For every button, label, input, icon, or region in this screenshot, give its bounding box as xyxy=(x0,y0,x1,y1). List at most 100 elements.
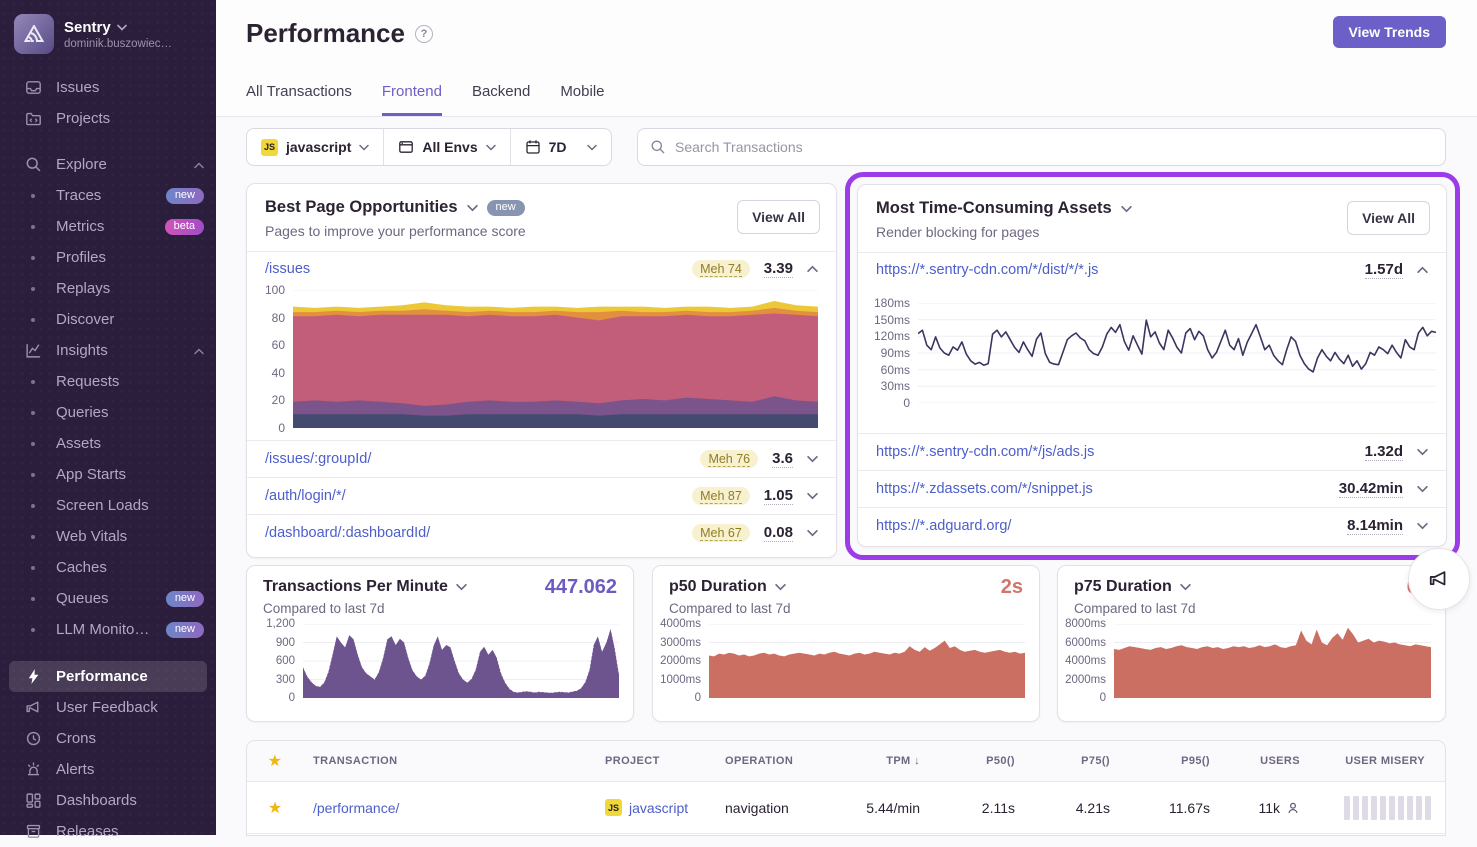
asset-duration-line-chart: 180ms150ms120ms90ms60ms30ms0 xyxy=(866,303,1436,403)
page-link[interactable]: /issues xyxy=(265,261,310,277)
date-range-filter[interactable]: 7D xyxy=(510,129,611,165)
help-icon[interactable]: ? xyxy=(415,25,433,43)
col-p95[interactable]: P95() xyxy=(1120,755,1220,767)
sidebar-item-app-starts[interactable]: App Starts xyxy=(0,459,216,490)
transaction-link[interactable]: /performance/ xyxy=(313,800,399,816)
page-row[interactable]: /issues/:groupId/ Meh 76 3.6 xyxy=(247,440,836,477)
sidebar-item-traces[interactable]: Traces new xyxy=(0,180,216,211)
col-p75[interactable]: P75() xyxy=(1025,755,1120,767)
table-header-row: ★ TRANSACTION PROJECT OPERATION TPM ↓ P5… xyxy=(247,741,1445,782)
chevron-down-icon[interactable] xyxy=(807,529,818,537)
search-input[interactable] xyxy=(675,139,1433,155)
sidebar-item-projects[interactable]: Projects xyxy=(0,103,216,134)
bullet-icon xyxy=(24,528,42,546)
view-trends-button[interactable]: View Trends xyxy=(1333,16,1446,48)
org-switcher[interactable]: Sentry dominik.buszowiec… xyxy=(0,0,216,64)
chevron-down-icon[interactable] xyxy=(807,492,818,500)
y-axis-ticks: 1,2009006003000 xyxy=(251,618,303,704)
sidebar-item-web-vitals[interactable]: Web Vitals xyxy=(0,521,216,552)
asset-link[interactable]: https://*.sentry-cdn.com/*/js/ads.js xyxy=(876,444,1094,460)
page-link[interactable]: /issues/:groupId/ xyxy=(265,451,371,467)
users-count: 11k xyxy=(1258,800,1280,816)
sidebar-item-screen-loads[interactable]: Screen Loads xyxy=(0,490,216,521)
sidebar-item-explore[interactable]: Explore xyxy=(0,149,216,180)
chevron-down-icon[interactable] xyxy=(1417,448,1428,456)
asset-row[interactable]: https://*.sentry-cdn.com/*/js/ads.js 1.3… xyxy=(858,433,1446,470)
tab-mobile[interactable]: Mobile xyxy=(560,83,604,116)
siren-icon xyxy=(24,761,42,779)
bullet-icon xyxy=(24,249,42,267)
chevron-down-icon[interactable] xyxy=(807,455,818,463)
sidebar-item-llm-monitoring[interactable]: LLM Monito… new xyxy=(0,614,216,645)
sidebar-item-user-feedback[interactable]: User Feedback xyxy=(0,692,216,723)
page-link[interactable]: /dashboard/:dashboardId/ xyxy=(265,525,430,541)
project-link[interactable]: javascript xyxy=(629,800,688,816)
sidebar-item-dashboards[interactable]: Dashboards xyxy=(0,785,216,816)
chevron-up-icon[interactable] xyxy=(807,265,818,273)
project-filter[interactable]: JS javascript xyxy=(247,129,383,165)
sidebar-item-performance[interactable]: Performance xyxy=(9,661,207,692)
sidebar-item-alerts[interactable]: Alerts xyxy=(0,754,216,785)
asset-link[interactable]: https://*.sentry-cdn.com/*/dist/*/*.js xyxy=(876,262,1098,278)
chevron-up-icon[interactable] xyxy=(1417,266,1428,274)
sidebar-item-replays[interactable]: Replays xyxy=(0,273,216,304)
card-title[interactable]: Transactions Per Minute xyxy=(263,578,448,596)
page-link[interactable]: /auth/login/*/ xyxy=(265,488,346,504)
sidebar-item-assets[interactable]: Assets xyxy=(0,428,216,459)
chevron-down-icon xyxy=(359,144,369,151)
page-row-expanded[interactable]: /issues Meh 74 3.39 100806040200 xyxy=(247,251,836,428)
window-icon xyxy=(398,139,414,155)
sidebar-item-issues[interactable]: Issues xyxy=(0,72,216,103)
sidebar-item-caches[interactable]: Caches xyxy=(0,552,216,583)
card-title[interactable]: Most Time-Consuming Assets xyxy=(876,199,1112,218)
environment-filter[interactable]: All Envs xyxy=(383,129,509,165)
col-p50[interactable]: P50() xyxy=(930,755,1025,767)
asset-link[interactable]: https://*.zdassets.com/*/snippet.js xyxy=(876,481,1093,497)
y-axis-ticks: 180ms150ms120ms90ms60ms30ms0 xyxy=(866,297,918,409)
feedback-button[interactable] xyxy=(1408,548,1470,610)
sidebar-item-crons[interactable]: Crons xyxy=(0,723,216,754)
sidebar-item-requests[interactable]: Requests xyxy=(0,366,216,397)
chart-plot xyxy=(1114,624,1431,698)
col-user-misery[interactable]: USER MISERY xyxy=(1310,755,1445,767)
favorite-star-icon[interactable]: ★ xyxy=(247,798,303,818)
sidebar-nav: Issues Projects Explore Traces new Metri… xyxy=(0,72,216,847)
sidebar-item-profiles[interactable]: Profiles xyxy=(0,242,216,273)
tab-frontend[interactable]: Frontend xyxy=(382,83,442,116)
score-badge: Meh 67 xyxy=(692,524,750,542)
sidebar-item-releases[interactable]: Releases xyxy=(0,816,216,847)
page-row[interactable]: /auth/login/*/ Meh 87 1.05 xyxy=(247,477,836,514)
chevron-down-icon[interactable] xyxy=(1417,485,1428,493)
col-transaction[interactable]: TRANSACTION xyxy=(303,755,595,767)
page-row[interactable]: /dashboard/:dashboardId/ Meh 67 0.08 xyxy=(247,514,836,551)
sidebar-item-metrics[interactable]: Metrics beta xyxy=(0,211,216,242)
col-project[interactable]: PROJECT xyxy=(595,755,715,767)
asset-link[interactable]: https://*.adguard.org/ xyxy=(876,518,1011,534)
col-operation[interactable]: OPERATION xyxy=(715,755,830,767)
asset-row[interactable]: https://*.adguard.org/ 8.14min xyxy=(858,507,1446,544)
sentry-logo-icon xyxy=(14,14,54,54)
tab-all-transactions[interactable]: All Transactions xyxy=(246,83,352,116)
card-title[interactable]: Best Page Opportunities xyxy=(265,198,458,217)
sidebar-item-insights[interactable]: Insights xyxy=(0,335,216,366)
asset-row-expanded[interactable]: https://*.sentry-cdn.com/*/dist/*/*.js 1… xyxy=(858,252,1446,403)
sidebar-item-queries[interactable]: Queries xyxy=(0,397,216,428)
sidebar-item-queues[interactable]: Queues new xyxy=(0,583,216,614)
card-title[interactable]: p50 Duration xyxy=(669,578,767,596)
sidebar-item-discover[interactable]: Discover xyxy=(0,304,216,335)
card-title[interactable]: p75 Duration xyxy=(1074,578,1172,596)
asset-row[interactable]: https://*.zdassets.com/*/snippet.js 30.4… xyxy=(858,470,1446,507)
col-users[interactable]: USERS xyxy=(1220,755,1310,767)
user-misery-bars xyxy=(1310,796,1445,820)
star-icon[interactable]: ★ xyxy=(247,751,303,771)
view-all-button[interactable]: View All xyxy=(737,200,820,234)
col-tpm[interactable]: TPM ↓ xyxy=(830,755,930,767)
search-icon xyxy=(24,156,42,174)
p50-area-chart: 4000ms3000ms2000ms1000ms0 xyxy=(657,624,1025,698)
chevron-down-icon xyxy=(587,144,597,151)
table-row[interactable]: ★ /performance/ JS javascript navigation… xyxy=(247,782,1445,834)
view-all-button[interactable]: View All xyxy=(1347,201,1430,235)
chevron-down-icon[interactable] xyxy=(1417,522,1428,530)
tab-backend[interactable]: Backend xyxy=(472,83,530,116)
opportunity-value: 1.05 xyxy=(764,487,793,505)
